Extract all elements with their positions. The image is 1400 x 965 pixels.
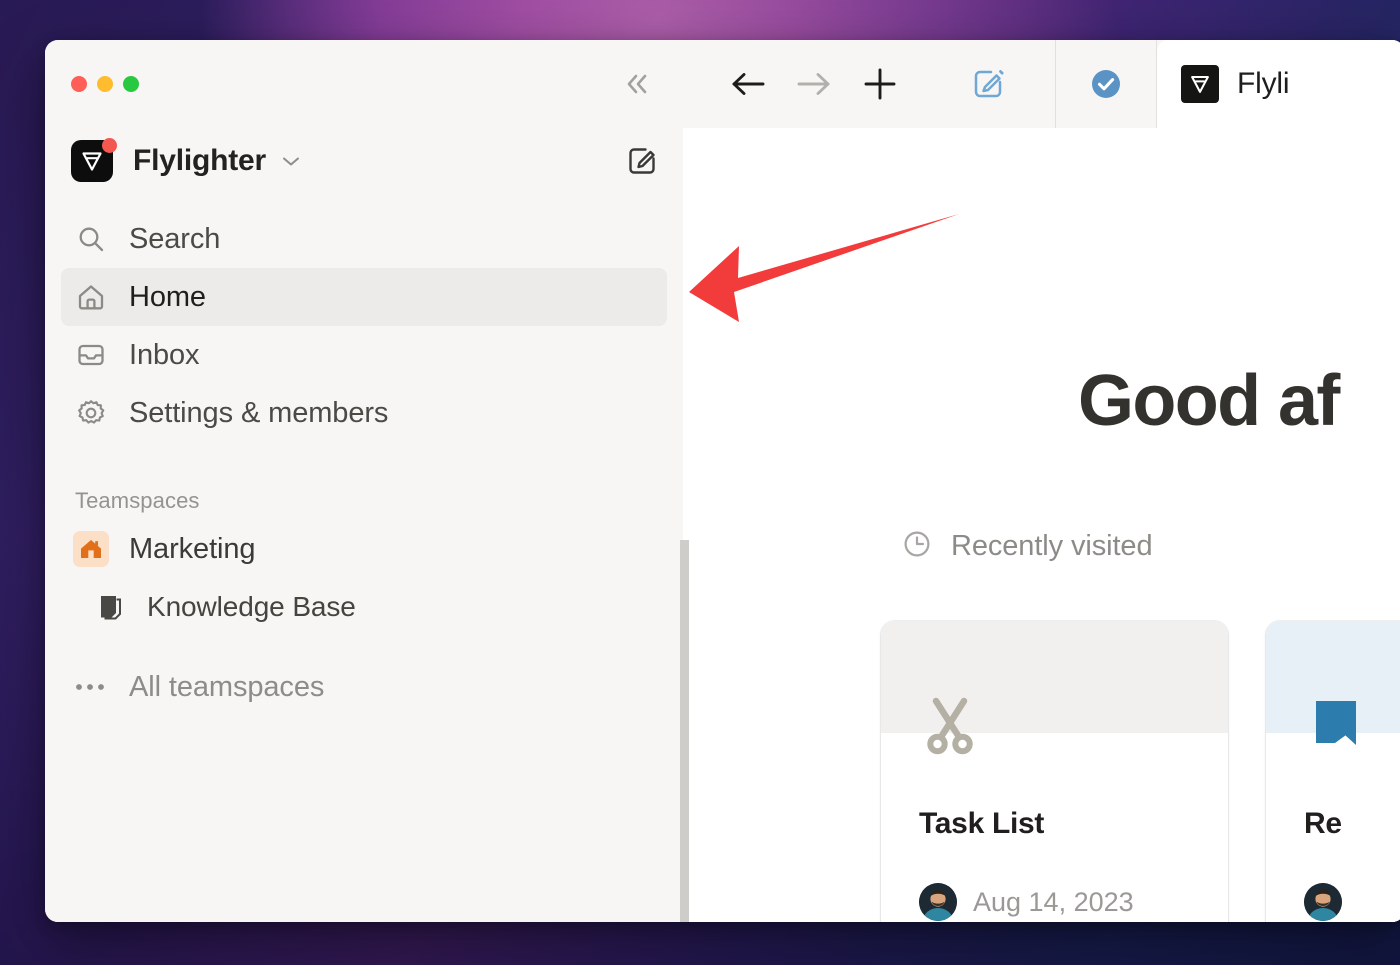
- browser-tab-flylighter[interactable]: Flyli: [1157, 40, 1400, 128]
- flylighter-logo-icon: [78, 147, 106, 175]
- workspace-name: Flylighter: [133, 144, 266, 178]
- chevron-double-left-icon: [622, 71, 656, 97]
- minimize-button[interactable]: [97, 76, 113, 92]
- recently-visited-label: Recently visited: [951, 530, 1153, 563]
- house-emoji-icon: [73, 531, 109, 567]
- compose-icon: [625, 144, 659, 178]
- teamspaces-list: Marketing Knowledge Base: [45, 520, 683, 716]
- teamspaces-section-label: Teamspaces: [45, 488, 683, 514]
- recently-visited-header: Recently visited: [901, 528, 1153, 565]
- sidebar-resize-handle[interactable]: [680, 540, 689, 922]
- inbox-icon: [73, 337, 109, 373]
- all-teamspaces-button[interactable]: All teamspaces: [61, 658, 667, 716]
- maximize-button[interactable]: [123, 76, 139, 92]
- close-button[interactable]: [71, 76, 87, 92]
- book-icon: [95, 591, 127, 623]
- flylighter-logo-icon: [1181, 65, 1219, 103]
- sidebar-item-label: Settings & members: [129, 397, 388, 430]
- desktop-background: Flylighter: [0, 0, 1400, 965]
- teamspace-label: Marketing: [129, 533, 255, 566]
- new-page-button[interactable]: [625, 144, 659, 178]
- toolbar-nav-group: [683, 54, 1021, 114]
- avatar: [1304, 883, 1342, 921]
- main-pane: Flyli Good af Recently visited: [683, 40, 1400, 922]
- sidebar-item-label: Home: [129, 281, 206, 314]
- toolbar: Flyli: [683, 40, 1400, 128]
- plus-icon: [860, 64, 900, 104]
- arrow-right-icon: [792, 67, 836, 101]
- sidebar-nav: Search Home: [45, 194, 683, 442]
- card-date: Aug 14, 2023: [973, 887, 1134, 918]
- sidebar-item-home[interactable]: Home: [61, 268, 667, 326]
- teamspace-label: Knowledge Base: [147, 591, 356, 623]
- sidebar-item-label: Inbox: [129, 339, 199, 372]
- chevron-down-icon[interactable]: [280, 154, 302, 168]
- arrow-left-icon: [726, 67, 770, 101]
- collapse-sidebar-button[interactable]: [619, 67, 659, 101]
- clock-icon: [901, 528, 933, 565]
- scissors-icon: [919, 697, 983, 761]
- compose-icon: [969, 65, 1007, 103]
- teamspace-item-knowledge-base[interactable]: Knowledge Base: [61, 578, 667, 636]
- bookmark-icon: [1304, 697, 1368, 761]
- app-window: Flylighter: [45, 40, 1400, 922]
- search-icon: [73, 221, 109, 257]
- sidebar: Flylighter: [45, 40, 683, 922]
- ellipsis-icon: [73, 669, 109, 705]
- back-button[interactable]: [715, 54, 781, 114]
- window-titlebar: [45, 40, 683, 128]
- teamspace-item-marketing[interactable]: Marketing: [61, 520, 667, 578]
- sidebar-item-search[interactable]: Search: [61, 210, 667, 268]
- workspace-switcher[interactable]: Flylighter: [45, 128, 683, 194]
- card-task-list[interactable]: Task List Aug: [881, 621, 1228, 922]
- home-content: Good af Recently visited: [683, 128, 1400, 922]
- sidebar-item-settings-members[interactable]: Settings & members: [61, 384, 667, 442]
- recently-visited-cards: Task List Aug: [881, 621, 1400, 922]
- check-circle-icon: [1088, 66, 1124, 102]
- sidebar-item-inbox[interactable]: Inbox: [61, 326, 667, 384]
- traffic-lights: [71, 76, 139, 92]
- card-meta: Aug 14, 2023: [919, 883, 1134, 921]
- gear-icon: [73, 395, 109, 431]
- notification-dot: [102, 138, 117, 153]
- new-tab-button[interactable]: [847, 54, 913, 114]
- tab-title: Flyli: [1237, 67, 1289, 101]
- card-title: Re: [1304, 807, 1342, 841]
- sidebar-item-label: Search: [129, 223, 220, 256]
- card-meta: [1304, 883, 1358, 921]
- all-teamspaces-label: All teamspaces: [129, 671, 324, 704]
- page-title: Good af: [1078, 360, 1339, 442]
- card-re[interactable]: Re: [1266, 621, 1400, 922]
- forward-button[interactable]: [781, 54, 847, 114]
- avatar: [919, 883, 957, 921]
- card-title: Task List: [919, 807, 1044, 841]
- home-icon: [73, 279, 109, 315]
- compose-button[interactable]: [955, 54, 1021, 114]
- done-button[interactable]: [1056, 40, 1156, 128]
- workspace-logo: [71, 140, 113, 182]
